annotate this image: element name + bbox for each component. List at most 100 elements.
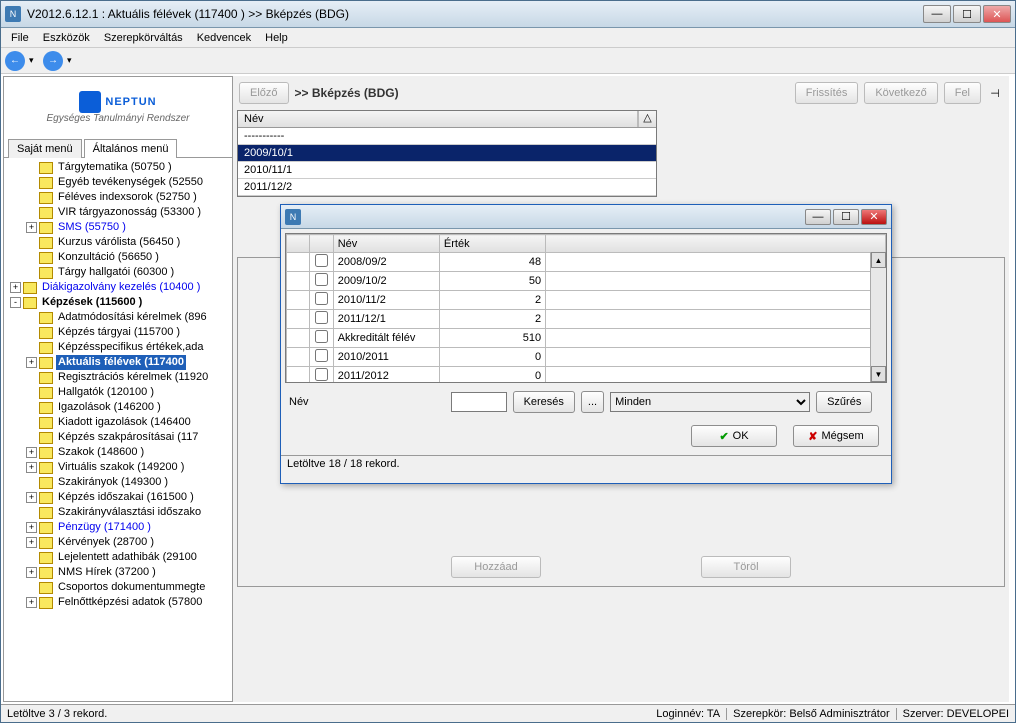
scroll-up-icon[interactable]: ▲	[871, 252, 886, 268]
filter-button[interactable]: Szűrés	[816, 391, 872, 413]
dialog-row[interactable]: Akkreditált félév510	[287, 329, 886, 348]
tree-node[interactable]: Tárgytematika (50750 )	[6, 160, 230, 175]
grid-row[interactable]: 2011/12/2	[238, 179, 656, 196]
expand-icon[interactable]: +	[10, 282, 21, 293]
sort-indicator[interactable]: △	[638, 111, 656, 127]
tree-label[interactable]: Képzések (115600 )	[40, 295, 144, 310]
tree-node[interactable]: Igazolások (146200 )	[6, 400, 230, 415]
minimize-button[interactable]: —	[923, 5, 951, 23]
tree-label[interactable]: Képzésspecifikus értékek,ada	[56, 340, 206, 355]
nav-forward-dropdown[interactable]: ▾	[67, 55, 77, 66]
dialog-scrollbar[interactable]: ▲ ▼	[870, 252, 886, 382]
dialog-row[interactable]: 2011/12/12	[287, 310, 886, 329]
dialog-close-button[interactable]: ✕	[861, 209, 887, 225]
tree-label[interactable]: SMS (55750 )	[56, 220, 128, 235]
tree-node[interactable]: VIR tárgyazonosság (53300 )	[6, 205, 230, 220]
tree-label[interactable]: Diákigazolvány kezelés (10400 )	[40, 280, 202, 295]
main-grid[interactable]: Név△ -----------2009/10/12010/11/12011/1…	[237, 110, 657, 197]
tree-label[interactable]: Képzés időszakai (161500 )	[56, 490, 196, 505]
ok-button[interactable]: ✔OK	[691, 425, 777, 447]
delete-button[interactable]: Töröl	[701, 556, 791, 578]
tree-label[interactable]: Tárgytematika (50750 )	[56, 160, 174, 175]
tree-node[interactable]: Kurzus várólista (56450 )	[6, 235, 230, 250]
dialog-minimize-button[interactable]: —	[805, 209, 831, 225]
nav-back-dropdown[interactable]: ▾	[29, 55, 39, 66]
row-checkbox[interactable]	[310, 329, 333, 348]
tree-node[interactable]: Tárgy hallgatói (60300 )	[6, 265, 230, 280]
dialog-col-value[interactable]: Érték	[439, 235, 545, 253]
tree-node[interactable]: Képzésspecifikus értékek,ada	[6, 340, 230, 355]
tree-node[interactable]: Adatmódosítási kérelmek (896	[6, 310, 230, 325]
tree-node[interactable]: Képzés szakpárosításai (117	[6, 430, 230, 445]
tree-label[interactable]: Hallgatók (120100 )	[56, 385, 156, 400]
tree-label[interactable]: Kérvények (28700 )	[56, 535, 156, 550]
tree-node[interactable]: + Diákigazolvány kezelés (10400 )	[6, 280, 230, 295]
cancel-button[interactable]: ✘Mégsem	[793, 425, 879, 447]
tree-label[interactable]: Virtuális szakok (149200 )	[56, 460, 186, 475]
dialog-row[interactable]: 2010/20110	[287, 348, 886, 367]
tree-node[interactable]: Egyéb tevékenységek (52550	[6, 175, 230, 190]
tree-node[interactable]: + Pénzügy (171400 )	[6, 520, 230, 535]
row-checkbox[interactable]	[310, 310, 333, 329]
tree-label[interactable]: Egyéb tevékenységek (52550	[56, 175, 205, 190]
dialog-row[interactable]: 2008/09/248	[287, 253, 886, 272]
refresh-button[interactable]: Frissítés	[795, 82, 859, 104]
tree-label[interactable]: Adatmódosítási kérelmek (896	[56, 310, 209, 325]
filter-select[interactable]: Minden	[610, 392, 810, 412]
tree-node[interactable]: Szakirányválasztási időszako	[6, 505, 230, 520]
tree-label[interactable]: Felnőttképzési adatok (57800	[56, 595, 204, 610]
expand-icon[interactable]: +	[26, 567, 37, 578]
dialog-row[interactable]: 2011/20120	[287, 367, 886, 384]
close-button[interactable]: ✕	[983, 5, 1011, 23]
grid-row[interactable]: 2009/10/1	[238, 145, 656, 162]
tree-label[interactable]: Képzés szakpárosításai (117	[56, 430, 200, 445]
tree-label[interactable]: VIR tárgyazonosság (53300 )	[56, 205, 203, 220]
menu-favorites[interactable]: Kedvencek	[191, 30, 257, 46]
tree-node[interactable]: Konzultáció (56650 )	[6, 250, 230, 265]
row-checkbox[interactable]	[310, 348, 333, 367]
browse-button[interactable]: ...	[581, 391, 604, 413]
tree-label[interactable]: Aktuális félévek (117400	[56, 355, 186, 370]
expand-icon[interactable]: +	[26, 447, 37, 458]
menu-file[interactable]: File	[5, 30, 35, 46]
tab-general-menu[interactable]: Általános menü	[84, 139, 178, 158]
nav-tree[interactable]: Tárgytematika (50750 )Egyéb tevékenysége…	[4, 158, 232, 701]
tree-node[interactable]: +Aktuális félévek (117400	[6, 355, 230, 370]
up-button[interactable]: Fel	[944, 82, 981, 104]
expand-icon[interactable]: +	[26, 462, 37, 473]
tree-label[interactable]: Kurzus várólista (56450 )	[56, 235, 182, 250]
tree-label[interactable]: Szakirányválasztási időszako	[56, 505, 203, 520]
tree-node[interactable]: Hallgatók (120100 )	[6, 385, 230, 400]
dialog-maximize-button[interactable]: ☐	[833, 209, 859, 225]
dialog-col-name[interactable]: Név	[333, 235, 439, 253]
next-button[interactable]: Következő	[864, 82, 937, 104]
row-checkbox[interactable]	[310, 367, 333, 384]
row-checkbox[interactable]	[310, 253, 333, 272]
tree-label[interactable]: Csoportos dokumentummegte	[56, 580, 207, 595]
tree-label[interactable]: Féléves indexsorok (52750 )	[56, 190, 199, 205]
tree-node[interactable]: - Képzések (115600 )	[6, 295, 230, 310]
maximize-button[interactable]: ☐	[953, 5, 981, 23]
tree-label[interactable]: Regisztrációs kérelmek (11920	[56, 370, 210, 385]
tree-node[interactable]: + Szakok (148600 )	[6, 445, 230, 460]
expand-icon[interactable]: -	[10, 297, 21, 308]
tree-node[interactable]: + Virtuális szakok (149200 )	[6, 460, 230, 475]
tree-node[interactable]: Lejelentett adathibák (29100	[6, 550, 230, 565]
grid-header-name[interactable]: Név	[238, 111, 638, 127]
expand-icon[interactable]: +	[26, 597, 37, 608]
expand-icon[interactable]: +	[26, 522, 37, 533]
search-button[interactable]: Keresés	[513, 391, 575, 413]
filter-input[interactable]	[451, 392, 507, 412]
tree-label[interactable]: Pénzügy (171400 )	[56, 520, 153, 535]
pin-icon[interactable]: ⊣	[987, 87, 1003, 100]
tree-label[interactable]: Szakok (148600 )	[56, 445, 146, 460]
tree-node[interactable]: Kiadott igazolások (146400	[6, 415, 230, 430]
grid-row[interactable]: 2010/11/1	[238, 162, 656, 179]
menu-help[interactable]: Help	[259, 30, 294, 46]
expand-icon[interactable]: +	[26, 222, 37, 233]
tree-label[interactable]: NMS Hírek (37200 )	[56, 565, 158, 580]
nav-back-button[interactable]: ←	[5, 51, 25, 71]
tree-node[interactable]: +Kérvények (28700 )	[6, 535, 230, 550]
tree-node[interactable]: + NMS Hírek (37200 )	[6, 565, 230, 580]
tree-label[interactable]: Kiadott igazolások (146400	[56, 415, 193, 430]
